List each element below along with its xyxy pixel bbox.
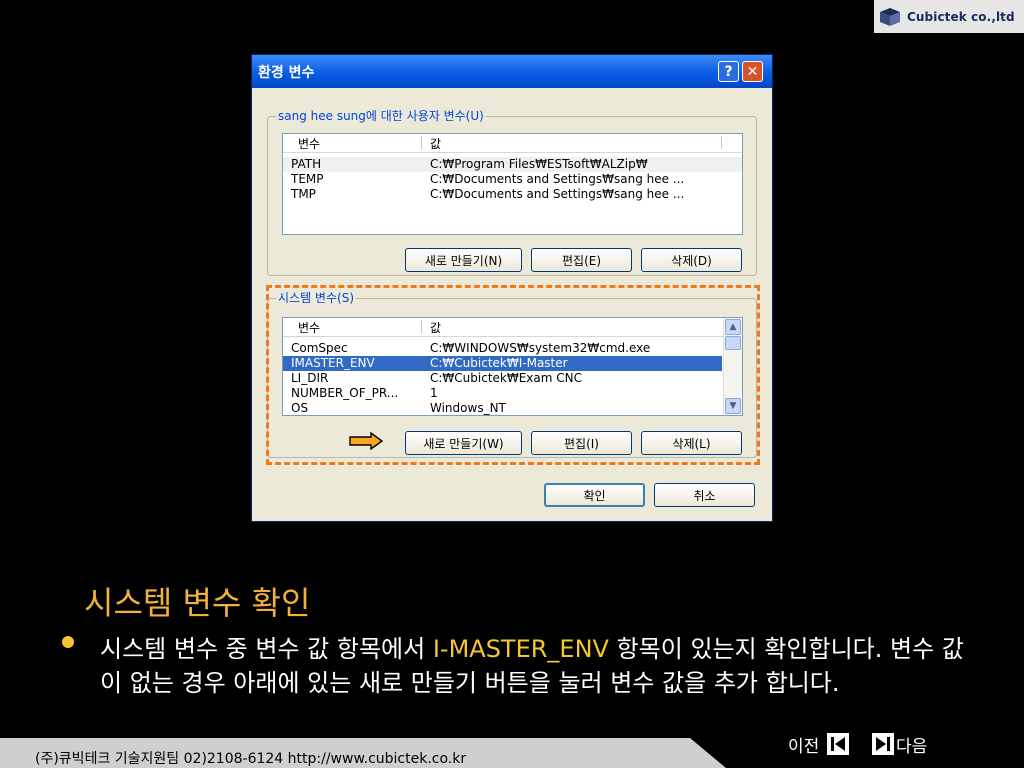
variable-value: C:₩Documents and Settings₩sang hee ... [430, 187, 685, 201]
user-edit-button[interactable]: 편집(E) [531, 248, 632, 272]
user-variables-label: sang hee sung에 대한 사용자 변수(U) [276, 107, 486, 124]
variable-name: PATH [291, 157, 322, 171]
column-variable[interactable]: 변수 [298, 135, 320, 152]
list-header: 변수 값 [283, 134, 742, 153]
column-value[interactable]: 값 [430, 135, 441, 152]
prev-button[interactable] [827, 733, 849, 755]
company-logo: Cubictek co.,ltd [874, 0, 1024, 33]
column-separator[interactable] [421, 136, 422, 149]
prev-label[interactable]: 이전 [788, 732, 819, 757]
column-separator[interactable] [721, 136, 722, 149]
variable-value: C:₩Documents and Settings₩sang hee ... [430, 172, 685, 186]
next-button[interactable] [872, 733, 894, 755]
paragraph-highlight: I-MASTER_ENV [432, 635, 609, 663]
list-item[interactable]: TEMP C:₩Documents and Settings₩sang hee … [283, 172, 742, 187]
cancel-button[interactable]: 취소 [654, 483, 755, 507]
variable-value: C:₩Program Files₩ESTsoft₩ALZip₩ [430, 157, 648, 171]
next-icon [876, 737, 890, 751]
next-label[interactable]: 다음 [896, 732, 927, 757]
user-new-button[interactable]: 새로 만들기(N) [405, 248, 522, 272]
dialog-titlebar[interactable]: 환경 변수 ? ✕ [252, 55, 772, 88]
close-button[interactable]: ✕ [742, 61, 763, 82]
help-button[interactable]: ? [718, 61, 739, 82]
bullet-icon [62, 636, 74, 648]
footer-contact: (주)큐빅테크 기술지원팀 02)2108-6124 http://www.cu… [35, 751, 467, 767]
ok-button[interactable]: 확인 [544, 483, 645, 507]
variable-name: TEMP [291, 172, 324, 186]
logo-text: Cubictek co.,ltd [907, 9, 1015, 24]
help-icon: ? [724, 63, 733, 80]
variable-name: TMP [291, 187, 316, 201]
dialog-title: 환경 변수 [258, 65, 315, 81]
list-item[interactable]: TMP C:₩Documents and Settings₩sang hee .… [283, 187, 742, 202]
slide-heading: 시스템 변수 확인 [84, 584, 311, 622]
pointer-arrow-icon [349, 432, 383, 450]
paragraph-text: 시스템 변수 중 변수 값 항목에서 [100, 635, 433, 663]
slide-paragraph: 시스템 변수 중 변수 값 항목에서 I-MASTER_ENV 항목이 있는지 … [100, 632, 980, 700]
user-variables-list[interactable]: 변수 값 PATH C:₩Program Files₩ESTsoft₩ALZip… [282, 133, 743, 235]
prev-icon [831, 737, 845, 751]
list-item[interactable]: PATH C:₩Program Files₩ESTsoft₩ALZip₩ [283, 157, 742, 172]
cube-logo-icon [880, 7, 900, 26]
close-icon: ✕ [746, 63, 759, 80]
system-variables-highlight [266, 285, 760, 465]
user-delete-button[interactable]: 삭제(D) [641, 248, 742, 272]
